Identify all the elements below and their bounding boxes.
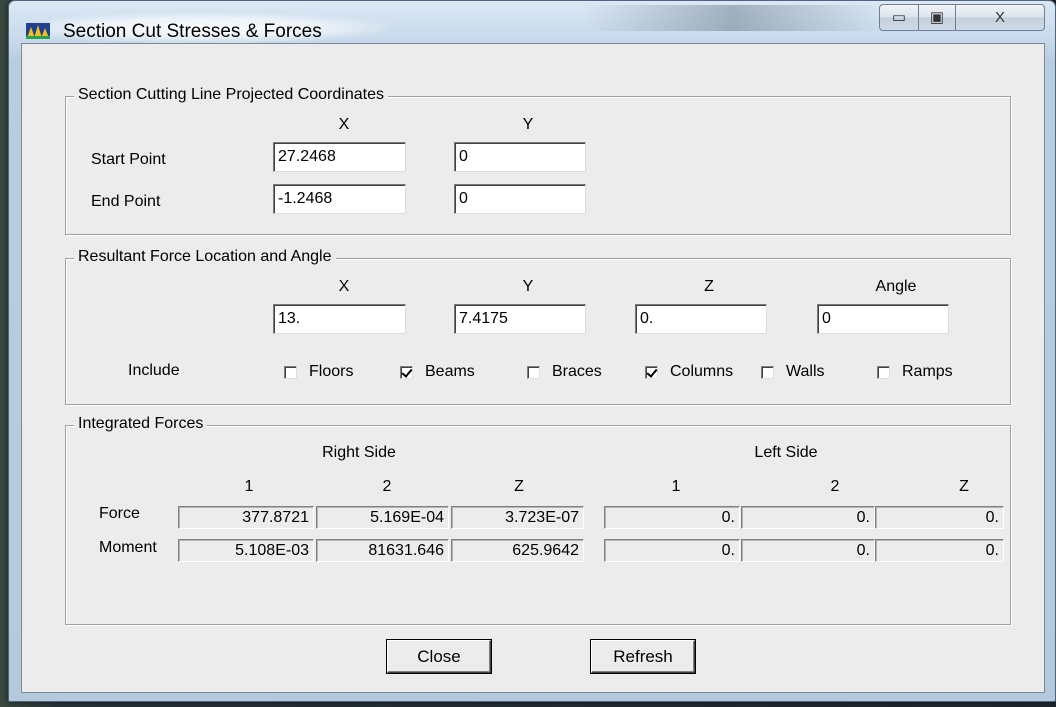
include-beams-checkbox[interactable]: Beams: [400, 363, 475, 381]
left-moment-z-value: 0.: [875, 539, 1004, 562]
left-moment-1-value: 0.: [604, 539, 740, 562]
columns-checkbox-label: Columns: [670, 363, 734, 380]
left-moment-2-value: 0.: [741, 539, 875, 562]
include-braces-checkbox[interactable]: Braces: [527, 363, 602, 381]
beams-checkbox-label: Beams: [425, 363, 475, 380]
close-window-button[interactable]: X: [955, 4, 1045, 31]
dialog-window: Section Cut Stresses & Forces ▭ ▣ X Sect…: [8, 0, 1056, 702]
right-moment-z-value: 625.9642: [451, 539, 584, 562]
include-label: Include: [128, 362, 180, 379]
dialog-client-area: Section Cutting Line Projected Coordinat…: [21, 43, 1045, 693]
close-button[interactable]: Close: [387, 640, 491, 673]
etabs-app-icon: [26, 23, 50, 39]
left-col-z-header: Z: [959, 478, 969, 495]
left-col-2-header: 2: [830, 478, 840, 495]
right-moment-1-value: 5.108E-03: [178, 539, 314, 562]
columns-checkbox-box[interactable]: [645, 365, 658, 379]
left-col-1-header: 1: [671, 478, 681, 495]
beams-checkbox-box[interactable]: [400, 365, 413, 379]
resultant-angle-field[interactable]: [817, 304, 949, 334]
walls-checkbox-label: Walls: [786, 363, 825, 380]
right-col-1-header: 1: [244, 478, 254, 495]
integrated-forces-legend: Integrated Forces: [74, 415, 208, 433]
right-force-z-value: 3.723E-07: [451, 506, 584, 529]
force-row-label: Force: [99, 505, 140, 522]
end-y-field[interactable]: [454, 184, 586, 214]
resultant-angle-header: Angle: [875, 278, 917, 295]
floors-checkbox-box[interactable]: [284, 365, 297, 379]
braces-checkbox-box[interactable]: [527, 365, 540, 379]
cutting-line-y-header: Y: [522, 116, 534, 133]
right-col-2-header: 2: [382, 478, 392, 495]
minimize-button[interactable]: ▭: [879, 4, 919, 31]
start-y-field[interactable]: [454, 142, 586, 172]
window-title: Section Cut Stresses & Forces: [63, 21, 322, 42]
left-side-header: Left Side: [754, 444, 818, 461]
ramps-checkbox-box[interactable]: [877, 365, 890, 379]
maximize-button[interactable]: ▣: [918, 4, 956, 31]
refresh-button[interactable]: Refresh: [591, 640, 695, 673]
resultant-y-header: Y: [522, 278, 534, 295]
floors-checkbox-label: Floors: [309, 363, 354, 380]
walls-checkbox-box[interactable]: [761, 365, 774, 379]
resultant-x-header: X: [338, 278, 350, 295]
left-force-1-value: 0.: [604, 506, 740, 529]
include-ramps-checkbox[interactable]: Ramps: [877, 363, 953, 381]
cutting-line-x-header: X: [338, 116, 350, 133]
right-force-1-value: 377.8721: [178, 506, 314, 529]
include-floors-checkbox[interactable]: Floors: [284, 363, 353, 381]
include-columns-checkbox[interactable]: Columns: [645, 363, 733, 381]
resultant-x-field[interactable]: [273, 304, 406, 334]
include-walls-checkbox[interactable]: Walls: [761, 363, 825, 381]
resultant-legend: Resultant Force Location and Angle: [74, 248, 336, 266]
end-x-field[interactable]: [273, 184, 406, 214]
left-force-z-value: 0.: [875, 506, 1004, 529]
start-x-field[interactable]: [273, 142, 406, 172]
end-point-label: End Point: [91, 193, 161, 210]
braces-checkbox-label: Braces: [552, 363, 602, 380]
moment-row-label: Moment: [99, 539, 157, 556]
resultant-z-header: Z: [704, 278, 714, 295]
ramps-checkbox-label: Ramps: [902, 363, 953, 380]
cutting-line-legend: Section Cutting Line Projected Coordinat…: [74, 86, 388, 104]
right-col-z-header: Z: [514, 478, 524, 495]
right-moment-2-value: 81631.646: [316, 539, 449, 562]
title-background-blur: [584, 5, 884, 31]
left-force-2-value: 0.: [741, 506, 875, 529]
resultant-z-field[interactable]: [635, 304, 767, 334]
right-force-2-value: 5.169E-04: [316, 506, 449, 529]
right-side-header: Right Side: [322, 444, 396, 461]
resultant-y-field[interactable]: [454, 304, 586, 334]
start-point-label: Start Point: [91, 151, 166, 168]
